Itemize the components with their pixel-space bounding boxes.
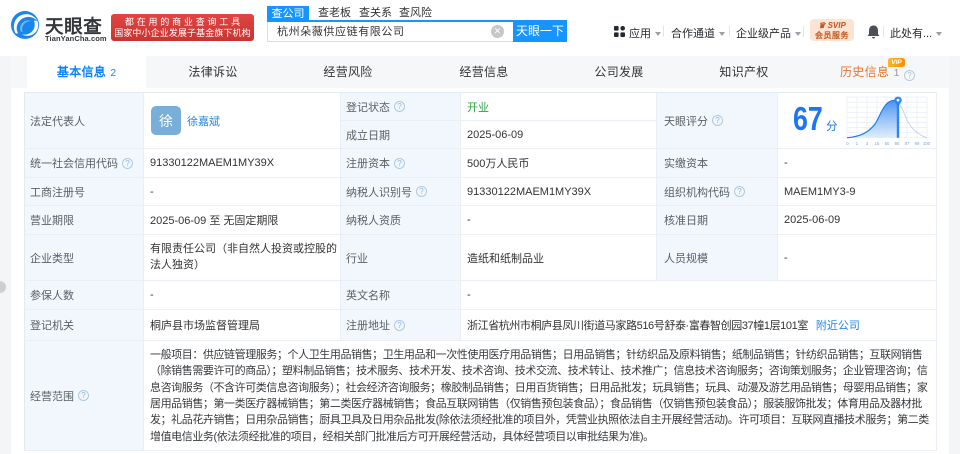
svg-text:99: 99: [915, 141, 920, 146]
svg-text:100: 100: [923, 141, 931, 146]
svg-text:97: 97: [905, 141, 910, 146]
svg-text:85: 85: [895, 141, 900, 146]
svg-text:0: 0: [846, 141, 849, 146]
svg-text:3: 3: [866, 141, 869, 146]
svg-text:15: 15: [875, 141, 880, 146]
svg-text:1: 1: [856, 141, 859, 146]
svg-text:50: 50: [885, 141, 890, 146]
